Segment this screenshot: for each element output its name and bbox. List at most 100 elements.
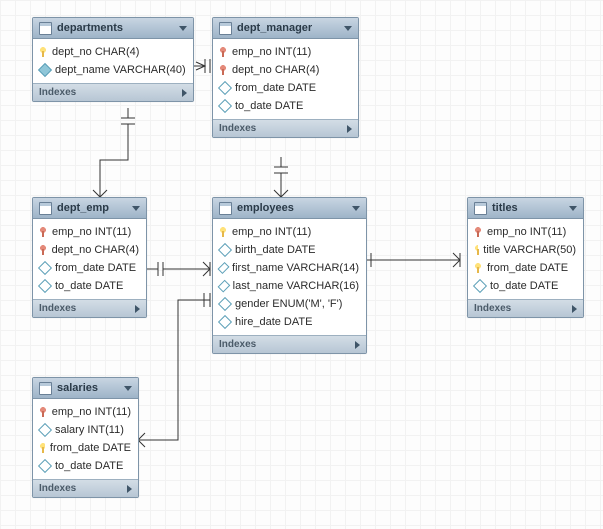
column-row[interactable]: emp_no INT(11) bbox=[213, 43, 358, 61]
key-icon bbox=[40, 227, 47, 237]
chevron-right-icon[interactable] bbox=[135, 305, 140, 313]
key-icon bbox=[475, 227, 482, 237]
column-label: salary INT(11) bbox=[55, 424, 124, 436]
chevron-down-icon[interactable] bbox=[344, 26, 352, 31]
column-row[interactable]: emp_no INT(11) bbox=[33, 223, 146, 241]
column-row[interactable]: dept_no CHAR(4) bbox=[33, 43, 193, 61]
diamond-icon bbox=[38, 63, 52, 77]
table-header[interactable]: employees bbox=[213, 198, 366, 219]
column-label: hire_date DATE bbox=[235, 316, 312, 328]
table-header[interactable]: departments bbox=[33, 18, 193, 39]
column-row[interactable]: last_name VARCHAR(16) bbox=[213, 277, 366, 295]
column-label: to_date DATE bbox=[235, 100, 303, 112]
indexes-section[interactable]: Indexes bbox=[33, 299, 146, 317]
table-titles[interactable]: titles emp_no INT(11)title VARCHAR(50)fro… bbox=[467, 197, 584, 318]
column-label: emp_no INT(11) bbox=[52, 406, 131, 418]
column-row[interactable]: emp_no INT(11) bbox=[33, 403, 138, 421]
key-icon bbox=[220, 227, 227, 237]
diamond-icon bbox=[217, 262, 229, 274]
indexes-section[interactable]: Indexes bbox=[213, 119, 358, 137]
column-row[interactable]: birth_date DATE bbox=[213, 241, 366, 259]
column-row[interactable]: from_date DATE bbox=[33, 439, 138, 457]
table-header[interactable]: dept_manager bbox=[213, 18, 358, 39]
indexes-label: Indexes bbox=[39, 87, 76, 98]
table-departments[interactable]: departments dept_no CHAR(4) dept_name VARC… bbox=[32, 17, 194, 102]
column-label: to_date DATE bbox=[490, 280, 558, 292]
indexes-section[interactable]: Indexes bbox=[33, 83, 193, 101]
column-row[interactable]: emp_no INT(11) bbox=[468, 223, 583, 241]
column-label: dept_name VARCHAR(40) bbox=[55, 64, 186, 76]
column-row[interactable]: emp_no INT(11) bbox=[213, 223, 366, 241]
column-label: dept_no CHAR(4) bbox=[52, 244, 139, 256]
column-label: emp_no INT(11) bbox=[232, 226, 311, 238]
diamond-icon bbox=[38, 261, 52, 275]
column-row[interactable]: to_date DATE bbox=[213, 97, 358, 115]
column-row[interactable]: to_date DATE bbox=[33, 457, 138, 475]
chevron-down-icon[interactable] bbox=[124, 386, 132, 391]
chevron-right-icon[interactable] bbox=[127, 485, 132, 493]
indexes-label: Indexes bbox=[219, 123, 256, 134]
diamond-icon bbox=[218, 297, 232, 311]
columns-list: emp_no INT(11) dept_no CHAR(4) from_date D… bbox=[213, 39, 358, 119]
diamond-icon bbox=[218, 243, 232, 257]
chevron-down-icon[interactable] bbox=[352, 206, 360, 211]
indexes-section[interactable]: Indexes bbox=[468, 299, 583, 317]
chevron-down-icon[interactable] bbox=[569, 206, 577, 211]
table-dept_emp[interactable]: dept_emp emp_no INT(11) dept_no CHAR(4) fro… bbox=[32, 197, 147, 318]
column-row[interactable]: salary INT(11) bbox=[33, 421, 138, 439]
column-row[interactable]: hire_date DATE bbox=[213, 313, 366, 331]
column-row[interactable]: dept_no CHAR(4) bbox=[213, 61, 358, 79]
indexes-section[interactable]: Indexes bbox=[213, 335, 366, 353]
column-row[interactable]: first_name VARCHAR(14) bbox=[213, 259, 366, 277]
column-label: birth_date DATE bbox=[235, 244, 316, 256]
key-icon bbox=[475, 263, 482, 273]
key-icon bbox=[475, 245, 478, 255]
column-row[interactable]: dept_name VARCHAR(40) bbox=[33, 61, 193, 79]
column-label: emp_no INT(11) bbox=[52, 226, 131, 238]
table-icon bbox=[219, 202, 232, 215]
table-header[interactable]: dept_emp bbox=[33, 198, 146, 219]
indexes-label: Indexes bbox=[219, 339, 256, 350]
column-row[interactable]: from_date DATE bbox=[33, 259, 146, 277]
column-label: gender ENUM('M', 'F') bbox=[235, 298, 342, 310]
column-row[interactable]: to_date DATE bbox=[33, 277, 146, 295]
key-icon bbox=[220, 65, 227, 75]
erd-canvas[interactable]: { "labels": { "indexes": "Indexes" }, "t… bbox=[0, 0, 603, 529]
chevron-right-icon[interactable] bbox=[355, 341, 360, 349]
column-label: from_date DATE bbox=[235, 82, 316, 94]
diamond-icon bbox=[38, 279, 52, 293]
column-row[interactable]: title VARCHAR(50) bbox=[468, 241, 583, 259]
column-label: dept_no CHAR(4) bbox=[52, 46, 139, 58]
table-employees[interactable]: employees emp_no INT(11) birth_date DATE fi… bbox=[212, 197, 367, 354]
table-header[interactable]: titles bbox=[468, 198, 583, 219]
chevron-down-icon[interactable] bbox=[179, 26, 187, 31]
column-row[interactable]: dept_no CHAR(4) bbox=[33, 241, 146, 259]
table-name: dept_manager bbox=[237, 22, 312, 34]
columns-list: emp_no INT(11)title VARCHAR(50)from_date… bbox=[468, 219, 583, 299]
key-icon bbox=[40, 443, 45, 453]
column-row[interactable]: to_date DATE bbox=[468, 277, 583, 295]
table-dept_manager[interactable]: dept_manager emp_no INT(11) dept_no CHAR(4… bbox=[212, 17, 359, 138]
table-header[interactable]: salaries bbox=[33, 378, 138, 399]
column-label: last_name VARCHAR(16) bbox=[233, 280, 359, 292]
key-icon bbox=[40, 407, 47, 417]
indexes-section[interactable]: Indexes bbox=[33, 479, 138, 497]
chevron-down-icon[interactable] bbox=[132, 206, 140, 211]
column-label: to_date DATE bbox=[55, 280, 123, 292]
chevron-right-icon[interactable] bbox=[182, 89, 187, 97]
column-row[interactable]: from_date DATE bbox=[213, 79, 358, 97]
table-name: titles bbox=[492, 202, 518, 214]
table-icon bbox=[219, 22, 232, 35]
chevron-right-icon[interactable] bbox=[572, 305, 577, 313]
column-label: dept_no CHAR(4) bbox=[232, 64, 319, 76]
diamond-icon bbox=[38, 459, 52, 473]
column-row[interactable]: from_date DATE bbox=[468, 259, 583, 277]
diamond-icon bbox=[473, 279, 487, 293]
column-row[interactable]: gender ENUM('M', 'F') bbox=[213, 295, 366, 313]
chevron-right-icon[interactable] bbox=[347, 125, 352, 133]
column-label: from_date DATE bbox=[55, 262, 136, 274]
table-name: dept_emp bbox=[57, 202, 109, 214]
table-icon bbox=[39, 382, 52, 395]
table-salaries[interactable]: salaries emp_no INT(11) salary INT(11) from… bbox=[32, 377, 139, 498]
diamond-icon bbox=[38, 423, 52, 437]
